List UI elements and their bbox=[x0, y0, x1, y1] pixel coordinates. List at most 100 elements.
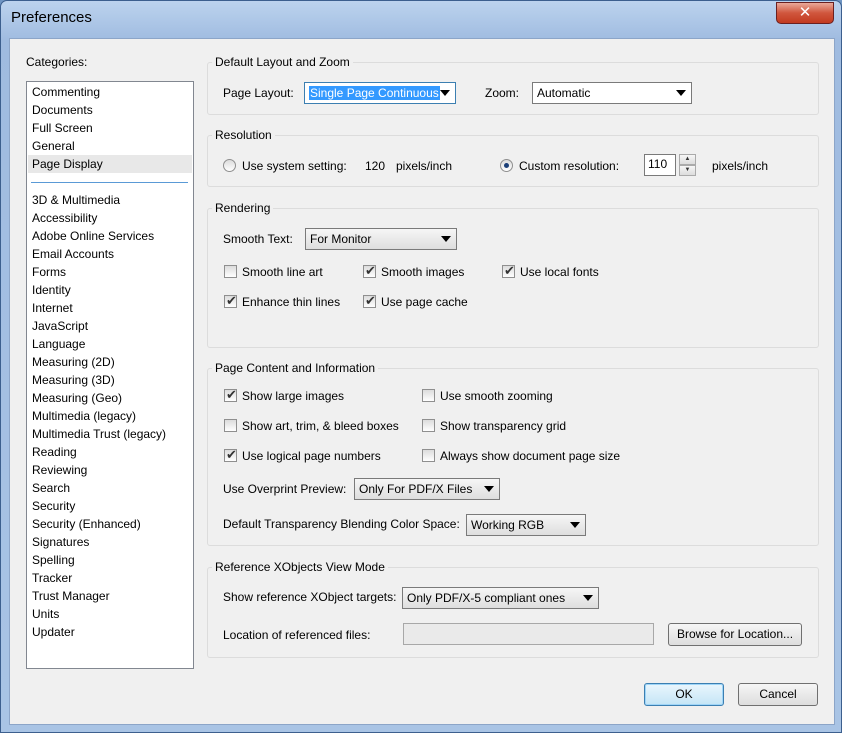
chevron-down-icon bbox=[441, 236, 451, 242]
cancel-button[interactable]: Cancel bbox=[738, 683, 818, 706]
category-item[interactable]: Adobe Online Services bbox=[28, 227, 192, 245]
category-item[interactable]: Measuring (3D) bbox=[28, 371, 192, 389]
category-item[interactable]: Updater bbox=[28, 623, 192, 641]
dialog-body: Categories: Commenting Documents Full Scre… bbox=[9, 38, 835, 725]
resolution-spinner: ▲ ▼ bbox=[679, 154, 696, 176]
category-item[interactable]: Full Screen bbox=[28, 119, 192, 137]
spin-down-button[interactable]: ▼ bbox=[679, 165, 696, 176]
custom-resolution-unit: pixels/inch bbox=[712, 159, 769, 173]
xobjects-group: Reference XObjects View Mode Show refere… bbox=[207, 560, 819, 658]
smooth-text-select[interactable]: For Monitor bbox=[305, 228, 457, 250]
ok-button[interactable]: OK bbox=[644, 683, 724, 706]
category-item[interactable]: Forms bbox=[28, 263, 192, 281]
overprint-select[interactable]: Only For PDF/X Files bbox=[354, 478, 500, 500]
transparency-grid-checkbox[interactable] bbox=[422, 419, 435, 432]
logical-page-numbers-checkbox[interactable]: ✔ bbox=[224, 447, 237, 462]
close-button[interactable]: ✕ bbox=[776, 2, 834, 24]
document-page-size-label: Always show document page size bbox=[440, 449, 621, 463]
transparency-grid-label: Show transparency grid bbox=[440, 419, 567, 433]
xobject-targets-select[interactable]: Only PDF/X-5 compliant ones bbox=[402, 587, 599, 609]
categories-separator bbox=[31, 182, 188, 183]
smooth-line-art-label: Smooth line art bbox=[242, 265, 323, 279]
category-item[interactable]: General bbox=[28, 137, 192, 155]
category-item[interactable]: JavaScript bbox=[28, 317, 192, 335]
smooth-line-art-checkbox[interactable] bbox=[224, 265, 237, 278]
resolution-group: Resolution Use system setting: 120 pixel… bbox=[207, 128, 819, 187]
radio-selected-dot bbox=[504, 163, 509, 168]
blending-select[interactable]: Working RGB bbox=[466, 514, 586, 536]
category-item[interactable]: Identity bbox=[28, 281, 192, 299]
page-layout-select[interactable]: Single Page Continuous bbox=[304, 82, 456, 104]
category-item[interactable]: Measuring (2D) bbox=[28, 353, 192, 371]
checkmark-icon: ✔ bbox=[226, 447, 237, 462]
rendering-title: Rendering bbox=[212, 201, 274, 215]
category-item[interactable]: Documents bbox=[28, 101, 192, 119]
chevron-down-icon bbox=[484, 486, 494, 492]
category-item[interactable]: Language bbox=[28, 335, 192, 353]
checkmark-icon: ✔ bbox=[365, 293, 376, 308]
browse-location-button[interactable]: Browse for Location... bbox=[668, 623, 802, 646]
page-layout-label: Page Layout: bbox=[223, 86, 294, 100]
rendering-group: Rendering Smooth Text: For Monitor Smoot… bbox=[207, 201, 819, 348]
large-images-checkbox[interactable]: ✔ bbox=[224, 387, 237, 402]
art-trim-bleed-checkbox[interactable] bbox=[224, 419, 237, 432]
chevron-down-icon bbox=[440, 90, 450, 96]
smooth-images-checkbox[interactable]: ✔ bbox=[363, 263, 376, 278]
enhance-thin-lines-label: Enhance thin lines bbox=[242, 295, 341, 309]
category-item[interactable]: Units bbox=[28, 605, 192, 623]
zoom-label: Zoom: bbox=[485, 86, 520, 100]
smooth-zooming-label: Use smooth zooming bbox=[440, 389, 553, 403]
page-content-title: Page Content and Information bbox=[212, 361, 379, 375]
category-item[interactable]: 3D & Multimedia bbox=[28, 191, 192, 209]
custom-resolution-input[interactable]: 110 bbox=[644, 154, 676, 176]
category-item[interactable]: Internet bbox=[28, 299, 192, 317]
category-item[interactable]: Signatures bbox=[28, 533, 192, 551]
close-icon: ✕ bbox=[798, 4, 812, 21]
category-item[interactable]: Measuring (Geo) bbox=[28, 389, 192, 407]
spin-up-button[interactable]: ▲ bbox=[679, 154, 696, 165]
preferences-window: Preferences ✕ Categories: Commenting Docu… bbox=[0, 0, 842, 733]
zoom-select[interactable]: Automatic bbox=[532, 82, 692, 104]
page-content-group: Page Content and Information ✔ Show larg… bbox=[207, 361, 819, 546]
checkmark-icon: ✔ bbox=[226, 293, 237, 308]
local-fonts-checkbox[interactable]: ✔ bbox=[502, 263, 515, 278]
category-item[interactable]: Multimedia Trust (legacy) bbox=[28, 425, 192, 443]
category-item[interactable]: Tracker bbox=[28, 569, 192, 587]
page-cache-checkbox[interactable]: ✔ bbox=[363, 293, 376, 308]
location-label: Location of referenced files: bbox=[223, 628, 371, 642]
category-item[interactable]: Multimedia (legacy) bbox=[28, 407, 192, 425]
category-item[interactable]: Accessibility bbox=[28, 209, 192, 227]
large-images-label: Show large images bbox=[242, 389, 345, 403]
layout-zoom-title: Default Layout and Zoom bbox=[212, 55, 353, 69]
xobjects-title: Reference XObjects View Mode bbox=[212, 560, 388, 574]
category-item[interactable]: Email Accounts bbox=[28, 245, 192, 263]
document-page-size-checkbox[interactable] bbox=[422, 449, 435, 462]
category-item[interactable]: Reading bbox=[28, 443, 192, 461]
custom-resolution-radio[interactable] bbox=[500, 159, 513, 172]
category-item[interactable]: Spelling bbox=[28, 551, 192, 569]
xobject-targets-value: Only PDF/X-5 compliant ones bbox=[407, 591, 566, 605]
logical-page-numbers-label: Use logical page numbers bbox=[242, 449, 381, 463]
category-item[interactable]: Security bbox=[28, 497, 192, 515]
overprint-label: Use Overprint Preview: bbox=[223, 482, 347, 496]
enhance-thin-lines-checkbox[interactable]: ✔ bbox=[224, 293, 237, 308]
smooth-text-label: Smooth Text: bbox=[223, 232, 293, 246]
blending-label: Default Transparency Blending Color Spac… bbox=[223, 517, 460, 531]
category-item[interactable]: Commenting bbox=[28, 83, 192, 101]
smooth-zooming-checkbox[interactable] bbox=[422, 389, 435, 402]
smooth-images-label: Smooth images bbox=[381, 265, 465, 279]
checkmark-icon: ✔ bbox=[504, 263, 515, 278]
category-item[interactable]: Reviewing bbox=[28, 461, 192, 479]
categories-list[interactable]: Commenting Documents Full Screen General Pag… bbox=[26, 81, 194, 669]
category-item[interactable]: Trust Manager bbox=[28, 587, 192, 605]
categories-label: Categories: bbox=[26, 55, 88, 69]
chevron-down-icon bbox=[583, 595, 593, 601]
system-resolution-unit: pixels/inch bbox=[396, 159, 453, 173]
page-cache-label: Use page cache bbox=[381, 295, 468, 309]
category-item[interactable]: Page Display bbox=[28, 155, 192, 173]
smooth-text-value: For Monitor bbox=[310, 232, 372, 246]
system-setting-radio[interactable] bbox=[223, 159, 236, 172]
custom-resolution-label: Custom resolution: bbox=[519, 159, 620, 173]
category-item[interactable]: Security (Enhanced) bbox=[28, 515, 192, 533]
category-item[interactable]: Search bbox=[28, 479, 192, 497]
